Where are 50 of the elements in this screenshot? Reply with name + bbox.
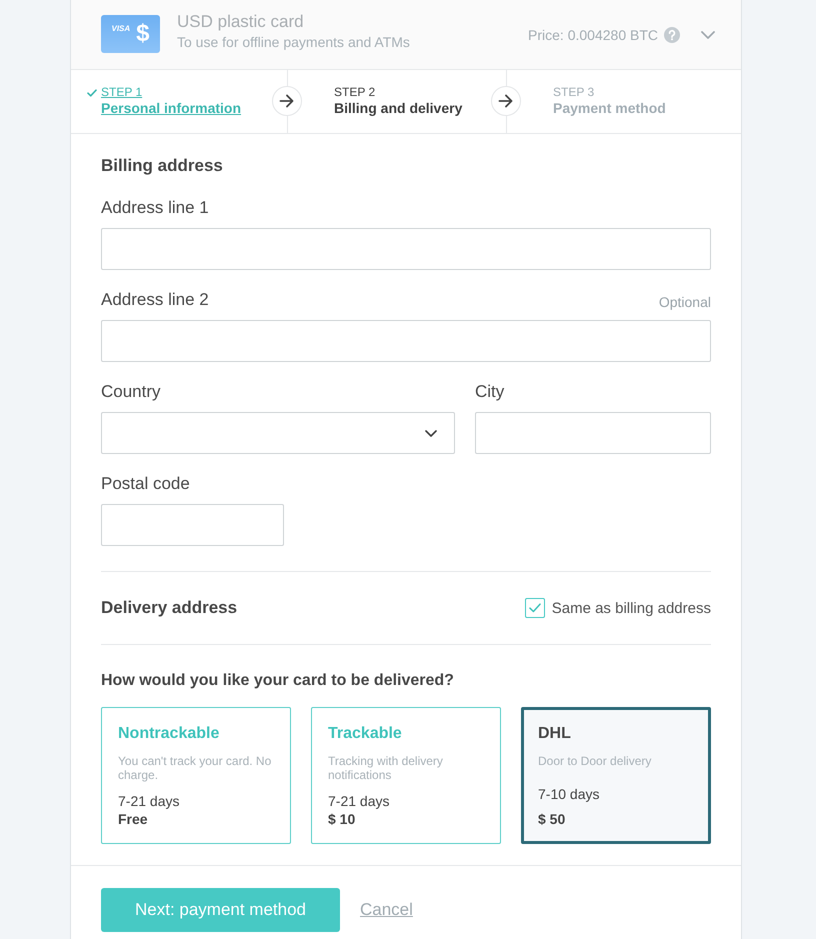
card-brand-text: VISA [111, 24, 130, 33]
step-number: STEP 2 [334, 85, 376, 99]
chevron-icon[interactable] [701, 30, 715, 38]
field-label: Postal code [101, 473, 190, 495]
text-input[interactable] [475, 412, 711, 454]
option-price: Free [118, 810, 148, 828]
option-title: Trackable [328, 724, 402, 744]
field-label: Address line 1 [101, 197, 209, 219]
shipping-option-card[interactable]: Trackable Tracking with delivery notifications 7-21 days $ 10 [311, 707, 501, 844]
currency-symbol: $ [136, 22, 150, 46]
step-number[interactable]: STEP 1 [101, 85, 142, 99]
option-title: Nontrackable [118, 724, 220, 744]
product-header[interactable]: VISA $ USD plastic card To use for offline payments and ATMs Price: 0.004280 BTC [71, 0, 741, 70]
step-title: Payment method [553, 99, 666, 118]
cancel-link[interactable]: Cancel [360, 900, 413, 920]
checkmark-icon [528, 603, 541, 613]
section-heading: Billing address [101, 155, 223, 177]
text-input[interactable] [101, 504, 284, 546]
check-icon [87, 89, 97, 97]
delivery-question: How would you like your card to be delivered? [101, 671, 454, 691]
step-number: STEP 3 [553, 85, 594, 99]
delivery-time: 7-21 days [118, 792, 180, 810]
step-title: Billing and delivery [334, 99, 462, 118]
option-price: $ 10 [328, 810, 356, 828]
country-select[interactable] [101, 412, 455, 454]
field-label: Country [101, 381, 161, 403]
delivery-time: 7-10 days [538, 785, 600, 803]
help-icon[interactable] [664, 26, 680, 42]
product-title: USD plastic card [177, 10, 305, 32]
section-heading: Delivery address [101, 597, 238, 619]
field-label: Address line 2 [101, 289, 209, 311]
checkbox-label[interactable]: Same as billing address [552, 600, 711, 616]
shipping-option-card[interactable]: DHL Door to Door delivery 7-10 days $ 50 [521, 707, 711, 844]
price-text: Price: 0.004280 BTC [528, 26, 658, 42]
field-label: City [475, 381, 504, 403]
step-title[interactable]: Personal information [101, 99, 242, 118]
shipping-option-card[interactable]: Nontrackable You can't track your card. No charge. 7-21 days Free [101, 707, 291, 844]
optional-note: Optional [658, 293, 711, 312]
checkbox[interactable] [524, 598, 545, 618]
next-button[interactable]: Next: payment method [101, 888, 340, 932]
text-input[interactable] [101, 228, 711, 270]
delivery-time: 7-21 days [328, 792, 390, 810]
text-input[interactable] [101, 320, 711, 362]
option-description: Door to Door delivery [538, 754, 652, 768]
chevron-icon [425, 430, 437, 436]
product-subtitle: To use for offline payments and ATMs [177, 32, 410, 50]
option-title: DHL [538, 724, 571, 744]
option-price: $ 50 [538, 810, 566, 828]
option-description: Tracking with delivery notifications [328, 754, 444, 782]
option-description: You can't track your card. No charge. [118, 754, 272, 782]
